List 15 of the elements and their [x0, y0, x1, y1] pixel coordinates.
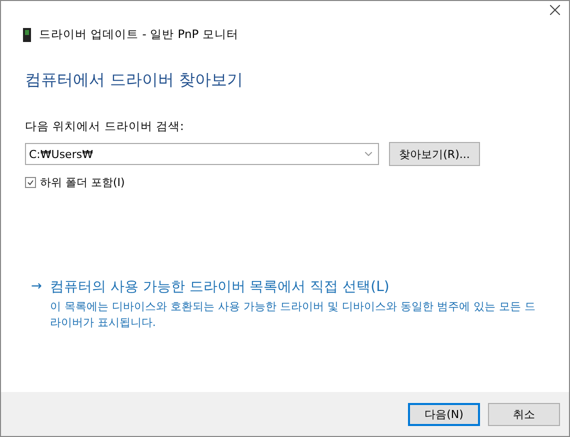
path-combo-box[interactable]: C:₩Users₩ — [25, 143, 379, 165]
checkbox-label[interactable]: 하위 폴더 포함(I) — [40, 175, 125, 190]
field-label: 다음 위치에서 드라이버 검색: — [25, 119, 185, 134]
page-heading: 컴퓨터에서 드라이버 찾아보기 — [25, 70, 244, 91]
dialog-button[interactable]: 취소 — [488, 402, 560, 426]
monitor-icon — [23, 28, 31, 42]
window-title: 드라이버 업데이트 - 일반 PnP 모니터 — [39, 27, 238, 42]
pick-driver-link[interactable]: 컴퓨터의 사용 가능한 드라이버 목록에서 직접 선택(L) — [50, 278, 540, 296]
browse-button[interactable]: 찾아보기(R)... — [389, 142, 480, 166]
link-description: 이 목록에는 디바이스와 호환되는 사용 가능한 드라이버 및 디바이스와 동일한 범주에 있는 모든 드라이버가 표시됩니다. — [50, 299, 536, 331]
arrow-glyph: → — [31, 278, 42, 296]
checkbox[interactable] — [25, 177, 36, 188]
dropdown-icon — [365, 152, 372, 156]
dialog-button[interactable]: 다음(N) — [408, 402, 480, 426]
close-icon[interactable] — [550, 5, 560, 15]
